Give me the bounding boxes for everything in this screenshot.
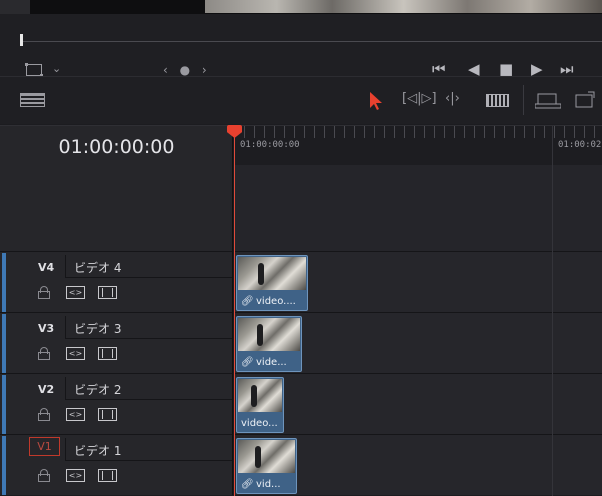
chevron-down-icon[interactable]: ⌄ xyxy=(52,62,61,75)
track-name-field[interactable]: ビデオ 1 xyxy=(65,438,232,461)
track-lane-v4[interactable]: 🔗︎ video.... xyxy=(234,251,602,312)
trim-edit-icon[interactable]: [◁|▷] xyxy=(402,91,437,111)
empty-lane-area[interactable] xyxy=(234,165,602,251)
video-clip[interactable]: 🔗︎ vide... xyxy=(236,316,302,372)
track-name: ビデオ 4 xyxy=(74,261,122,275)
insert-clip-icon[interactable] xyxy=(535,91,561,111)
clip-thumbnail xyxy=(238,318,300,351)
timeline-view-options-icon[interactable] xyxy=(20,93,45,107)
scrub-bar[interactable] xyxy=(22,41,602,42)
track-lane-v2[interactable]: video... xyxy=(234,373,602,434)
track-accent xyxy=(2,314,6,373)
dynamic-trim-icon[interactable]: ‹|› xyxy=(445,91,460,111)
auto-select-icon[interactable]: <> xyxy=(66,469,85,482)
track-name-field[interactable]: ビデオ 3 xyxy=(65,316,232,339)
auto-select-icon[interactable]: <> xyxy=(66,347,85,360)
clip-thumbnail xyxy=(238,379,282,412)
track-accent xyxy=(2,436,6,495)
track-lane-v3[interactable]: 🔗︎ vide... xyxy=(234,312,602,373)
lock-icon[interactable] xyxy=(38,408,50,421)
clip-label: video.... xyxy=(256,296,296,307)
track-header-v2[interactable]: V2 ビデオ 2 <> xyxy=(0,373,233,434)
toolbar-divider xyxy=(523,85,524,115)
lock-icon[interactable] xyxy=(38,286,50,299)
viewer-strip xyxy=(0,0,602,14)
lock-icon[interactable] xyxy=(38,347,50,360)
timecode-panel: 01:00:00:00 xyxy=(0,125,233,165)
transport-bar: ⌄ ‹ ● › ⏮ ◀ ■ ▶ ⏭ xyxy=(0,14,602,78)
track-id[interactable]: V3 xyxy=(38,322,54,335)
ruler-label: 01:00:02 xyxy=(558,140,602,150)
overwrite-clip-icon[interactable] xyxy=(574,91,596,111)
link-icon: 🔗︎ xyxy=(241,357,254,368)
link-icon: 🔗︎ xyxy=(241,479,254,490)
blade-edit-icon[interactable] xyxy=(486,94,509,107)
clip-label: vide... xyxy=(256,357,287,368)
track-name: ビデオ 1 xyxy=(74,444,122,458)
timeline-timecode[interactable]: 01:00:00:00 xyxy=(0,136,233,158)
timeline-toolbar: [◁|▷] ‹|› xyxy=(0,76,602,124)
playhead-line[interactable] xyxy=(234,132,235,496)
track-header-v3[interactable]: V3 ビデオ 3 <> xyxy=(0,312,233,373)
viewer-corner xyxy=(0,0,30,14)
track-accent xyxy=(2,253,6,312)
clip-thumbnail xyxy=(238,440,295,473)
track-name-field[interactable]: ビデオ 2 xyxy=(65,377,232,400)
timeline-ruler[interactable]: 01:00:00:00 01:00:02 xyxy=(234,125,602,165)
track-name: ビデオ 3 xyxy=(74,322,122,336)
track-name: ビデオ 2 xyxy=(74,383,122,397)
lock-icon[interactable] xyxy=(38,469,50,482)
auto-select-icon[interactable]: <> xyxy=(66,286,85,299)
clip-label: video... xyxy=(241,418,278,429)
viewer-frame xyxy=(205,0,602,13)
clip-thumbnail xyxy=(238,257,306,290)
scrub-playhead[interactable] xyxy=(20,34,23,46)
video-clip[interactable]: 🔗︎ video.... xyxy=(236,255,308,311)
link-icon: 🔗︎ xyxy=(241,296,254,307)
auto-select-icon[interactable]: <> xyxy=(66,408,85,421)
track-header-v1[interactable]: V1 ビデオ 1 <> xyxy=(0,434,233,495)
video-clip[interactable]: video... xyxy=(236,377,284,433)
track-id[interactable]: V2 xyxy=(38,383,54,396)
disable-track-icon[interactable] xyxy=(98,286,117,299)
timeline-gridline xyxy=(552,126,553,496)
ruler-ticks xyxy=(234,126,602,138)
video-clip[interactable]: 🔗︎ vid... xyxy=(236,438,297,494)
track-accent xyxy=(2,375,6,434)
selection-pointer-icon[interactable] xyxy=(368,91,384,111)
disable-track-icon[interactable] xyxy=(98,469,117,482)
track-name-field[interactable]: ビデオ 4 xyxy=(65,255,232,278)
clip-nav[interactable]: ‹ ● › xyxy=(163,63,211,77)
track-lane-v1[interactable]: 🔗︎ vid... xyxy=(234,434,602,495)
disable-track-icon[interactable] xyxy=(98,347,117,360)
clip-label: vid... xyxy=(256,479,281,490)
disable-track-icon[interactable] xyxy=(98,408,117,421)
track-id[interactable]: V4 xyxy=(38,261,54,274)
viewer-size-icon[interactable] xyxy=(25,63,43,77)
ruler-label: 01:00:00:00 xyxy=(240,140,300,150)
empty-track-area xyxy=(0,165,233,251)
track-header-v4[interactable]: V4 ビデオ 4 <> xyxy=(0,251,233,312)
track-id-active[interactable]: V1 xyxy=(29,437,60,456)
